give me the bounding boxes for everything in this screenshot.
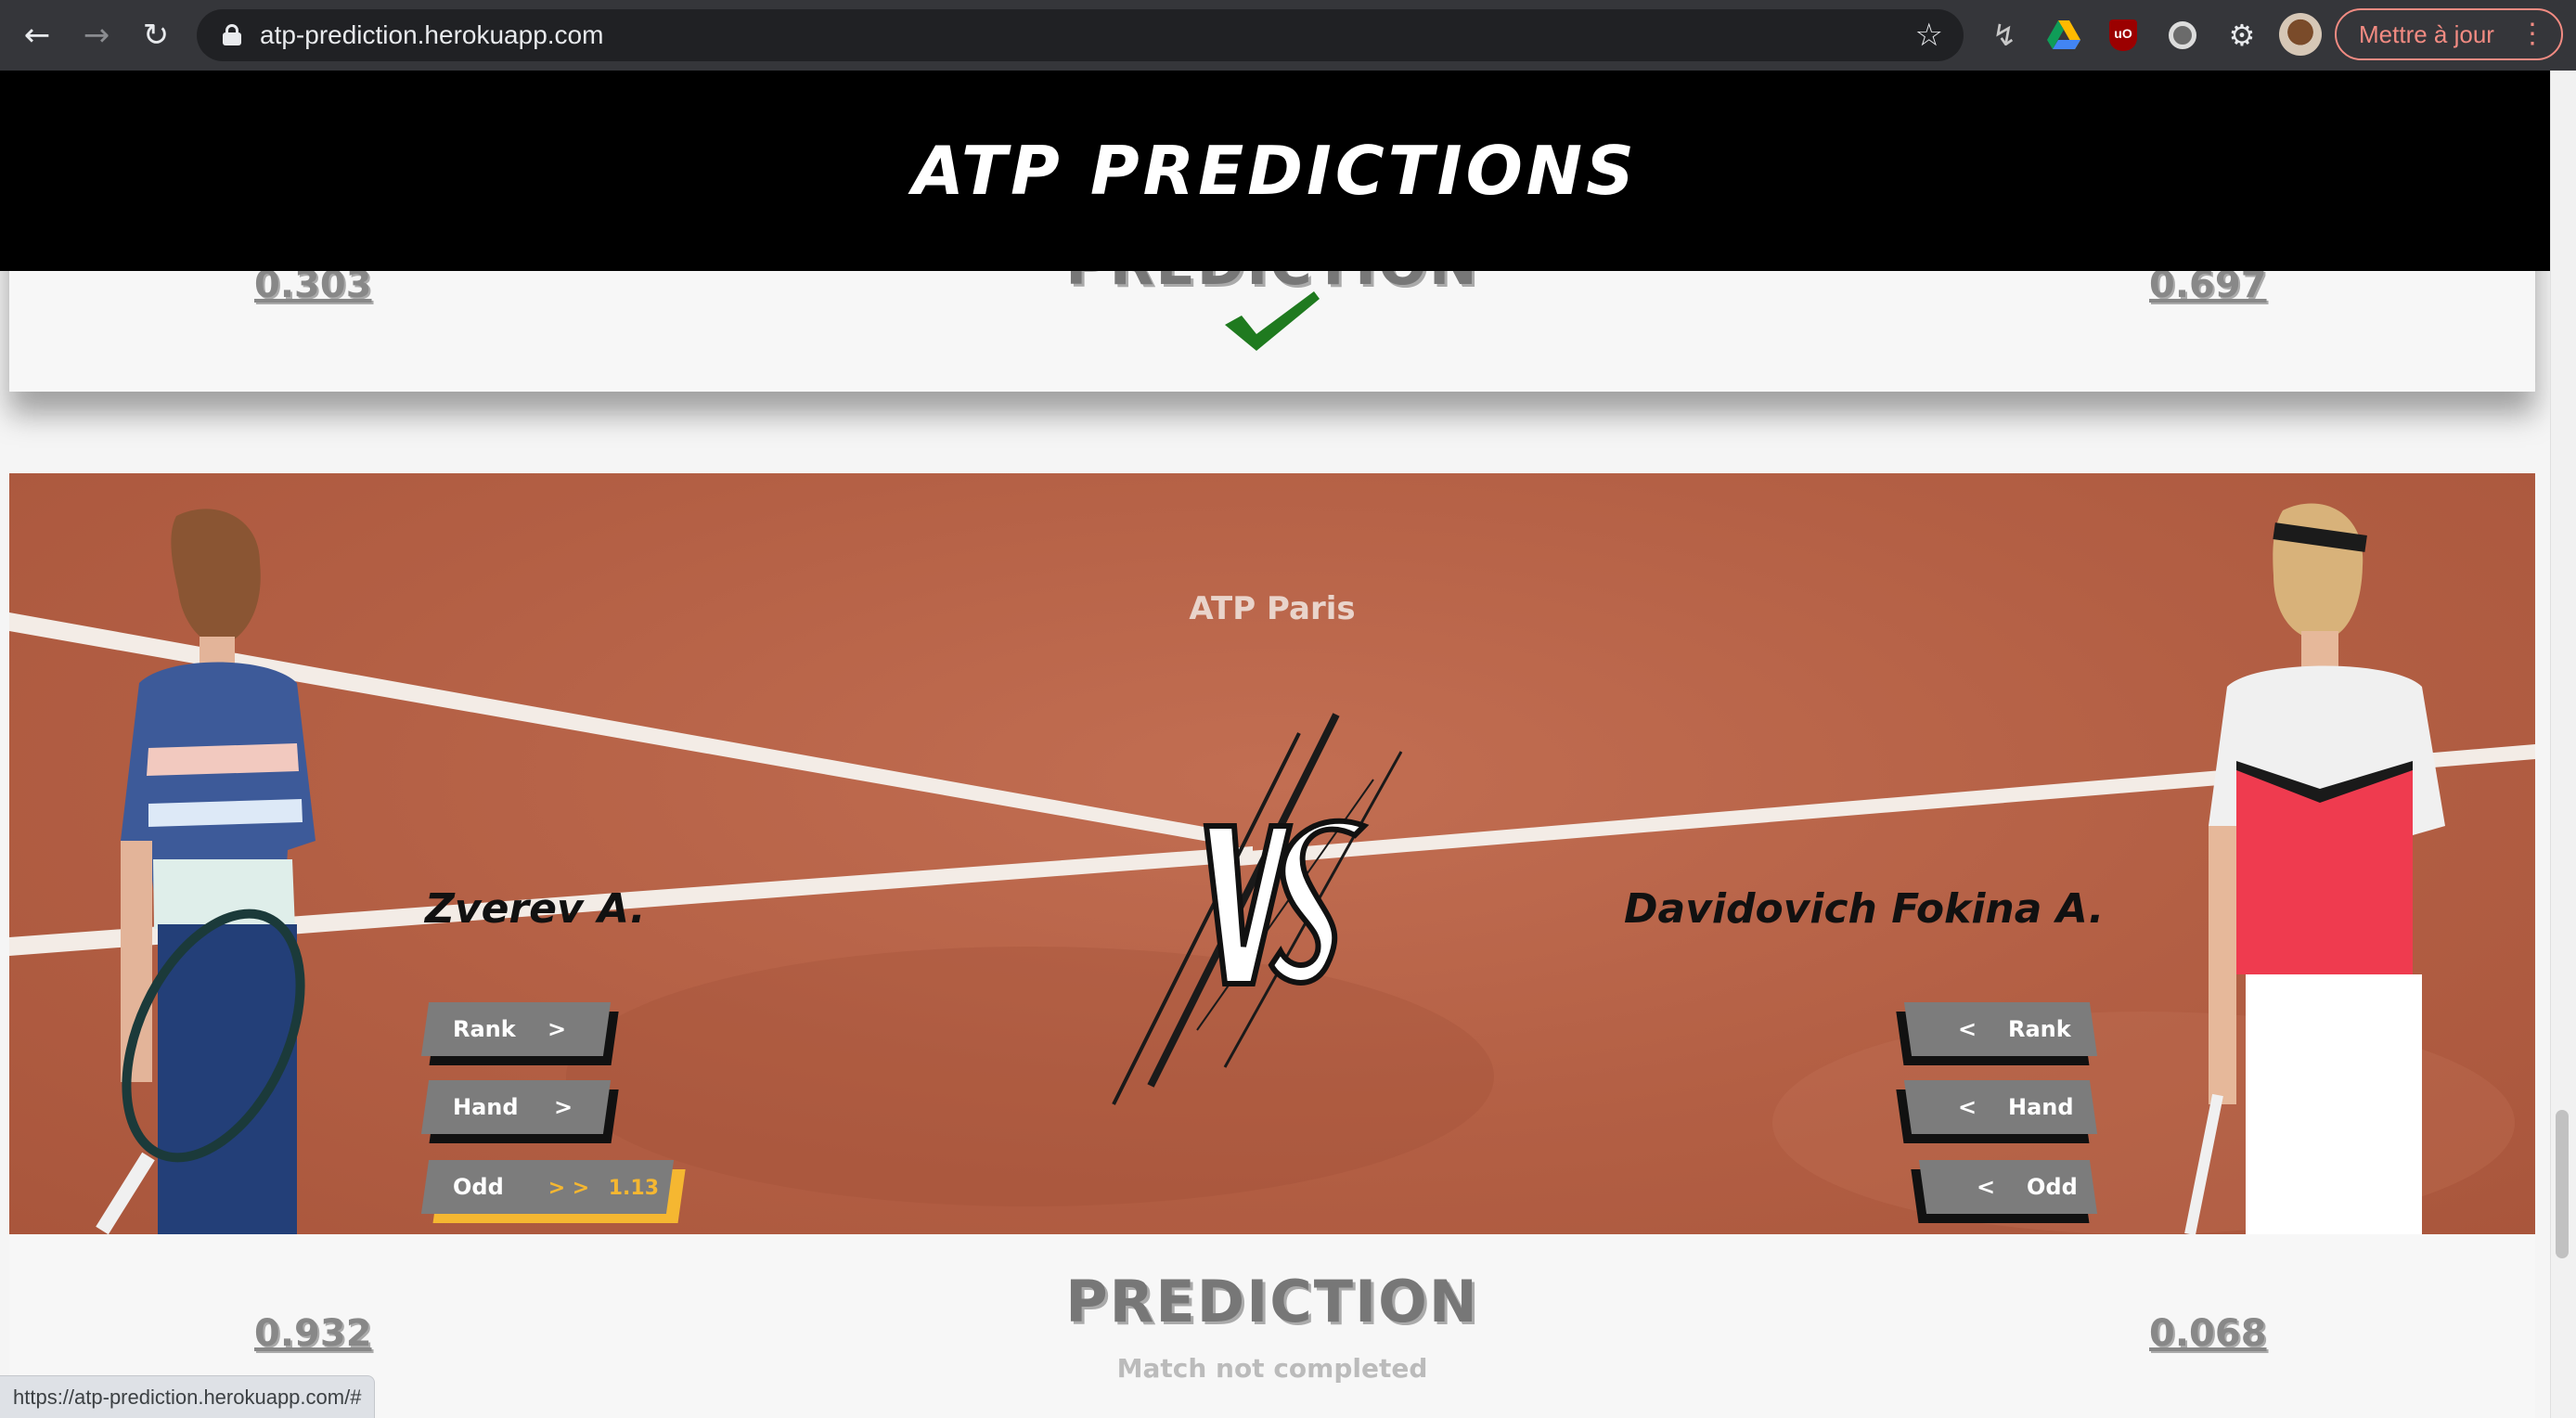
rank-label: Rank: [2008, 1016, 2072, 1042]
player-left-image: [96, 509, 316, 1234]
match-card: ATP Paris Zverev A. Davidovich Fokina A.…: [9, 473, 2535, 1234]
hand-label: Hand: [453, 1094, 519, 1120]
forward-arrow-icon[interactable]: →: [74, 13, 119, 58]
odd-label: Odd: [453, 1174, 504, 1200]
browser-toolbar: ← → ↻ atp-prediction.herokuapp.com ☆ ↯ u…: [0, 0, 2576, 71]
more-vert-icon[interactable]: ⋮: [2518, 10, 2546, 58]
hand-advantage-arrow: <: [1958, 1094, 1977, 1120]
checkmark-icon: [1225, 291, 1320, 351]
match-status: Match not completed: [1116, 1353, 1428, 1384]
ublock-icon[interactable]: uO: [2105, 17, 2142, 54]
probability-right: 0.068: [2149, 1312, 2267, 1355]
player-left-odd-button[interactable]: Odd > > 1.13: [420, 1160, 675, 1214]
lock-icon[interactable]: [223, 24, 241, 45]
player-right-image: [2184, 503, 2445, 1234]
url-text[interactable]: atp-prediction.herokuapp.com: [260, 9, 603, 61]
player-left-rank-button[interactable]: Rank >: [420, 1002, 612, 1056]
circle-extension-icon[interactable]: [2164, 17, 2201, 54]
odd-advantage-arrow: <: [1977, 1174, 1996, 1200]
player-right-rank-button[interactable]: < Rank: [1903, 1002, 2098, 1056]
reload-icon[interactable]: ↻: [134, 13, 178, 58]
hand-label: Hand: [2008, 1094, 2075, 1120]
address-bar[interactable]: atp-prediction.herokuapp.com ☆: [197, 9, 1964, 61]
back-arrow-icon[interactable]: ←: [15, 13, 59, 58]
rank-label: Rank: [453, 1016, 516, 1042]
rank-advantage-arrow: >: [547, 1016, 567, 1042]
pulse-extension-icon[interactable]: ↯: [1986, 17, 2023, 54]
site-header: ATP PREDICTIONS: [0, 71, 2550, 271]
google-drive-icon[interactable]: [2045, 17, 2082, 54]
link-status-bubble: https://atp-prediction.herokuapp.com/#: [0, 1375, 376, 1418]
puzzle-extensions-icon[interactable]: ⚙: [2223, 17, 2260, 54]
player-right-name: Davidovich Fokina A.: [1624, 885, 2105, 933]
profile-avatar[interactable]: [2279, 13, 2322, 56]
rank-advantage-arrow: <: [1958, 1016, 1977, 1042]
prediction-panel: PREDICTION 0.932 0.068 Match not complet…: [9, 1234, 2535, 1418]
site-title[interactable]: ATP PREDICTIONS: [0, 132, 2550, 210]
player-right-hand-button[interactable]: < Hand: [1903, 1080, 2098, 1134]
hand-advantage-arrow: >: [553, 1094, 573, 1120]
player-right-odd-button[interactable]: < Odd: [1918, 1160, 2098, 1214]
odd-value: 1.13: [608, 1177, 660, 1200]
player-left-name: Zverev A.: [425, 885, 646, 933]
scrollbar-thumb[interactable]: [2556, 1110, 2569, 1258]
versus-icon: [1112, 713, 1403, 1105]
update-label: Mettre à jour: [2359, 20, 2494, 48]
player-left-hand-button[interactable]: Hand >: [420, 1080, 612, 1134]
star-icon[interactable]: ☆: [1915, 9, 1943, 61]
odd-label: Odd: [2027, 1174, 2079, 1200]
probability-left: 0.932: [254, 1312, 372, 1355]
odd-advantage-arrow: > >: [547, 1177, 590, 1200]
update-browser-button[interactable]: Mettre à jour ⋮: [2335, 8, 2563, 60]
